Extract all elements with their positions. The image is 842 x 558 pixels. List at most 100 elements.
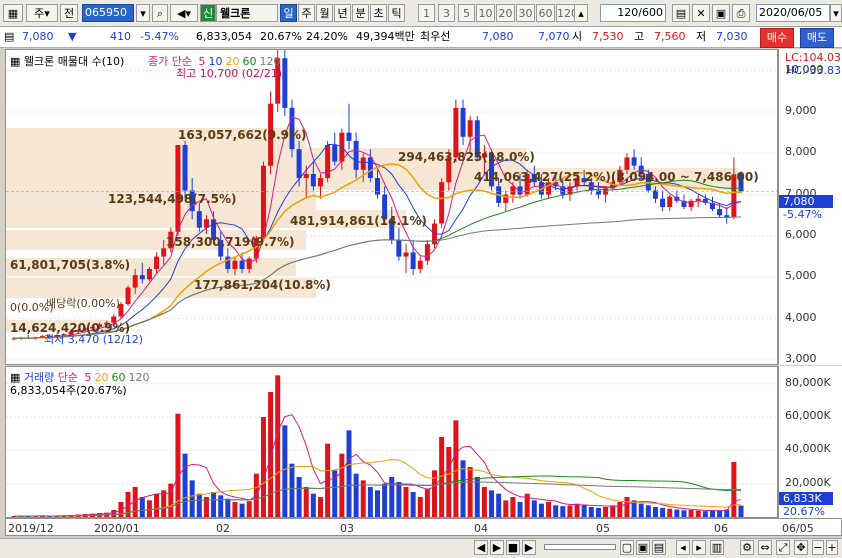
volume-bar — [339, 453, 345, 517]
period-tab-2[interactable]: 월 — [316, 4, 333, 22]
volume-profile-label: 294,463,825(18.0%) — [398, 150, 535, 164]
candle-body — [360, 157, 366, 170]
interval-button-120[interactable]: 120 — [556, 4, 578, 22]
volume-bar — [389, 477, 395, 517]
stop-icon[interactable]: ■ — [506, 540, 520, 555]
sell-button[interactable]: 매도 — [800, 28, 834, 48]
volume-bar — [652, 507, 658, 517]
settings-icon[interactable]: ⚙ — [740, 540, 754, 555]
volume-profile-label: 123,544,498(7.5%) — [108, 192, 237, 206]
calendar-icon[interactable]: ▾ — [830, 4, 842, 22]
layout2-icon[interactable]: ▤ — [652, 540, 666, 555]
x-axis-label: 2020/01 — [94, 522, 140, 535]
pan-icon[interactable]: ✥ — [794, 540, 808, 555]
candle-body — [182, 145, 188, 191]
interval-button-20[interactable]: 20 — [496, 4, 515, 22]
x-axis-label: 2019/12 — [8, 522, 54, 535]
candle-body — [232, 260, 238, 269]
sound-icon[interactable]: ◀▾ — [170, 4, 198, 22]
volume-bar — [681, 510, 687, 517]
period-tab-5[interactable]: 초 — [370, 4, 387, 22]
count-input[interactable]: 120/600 — [600, 4, 666, 22]
current-pct-tag: -5.47% — [783, 208, 822, 221]
chart-type-icon[interactable]: ▥ — [710, 540, 724, 555]
candle-body — [239, 260, 245, 269]
unit-up-icon[interactable]: ▴ — [574, 4, 588, 22]
candle-body — [403, 252, 409, 257]
scroll-slider[interactable] — [544, 544, 616, 550]
volume-bar — [481, 487, 487, 517]
volume-profile-label: 14,624,420(0.9%) — [10, 321, 131, 335]
buy-button[interactable]: 매수 — [760, 28, 794, 48]
volume-bar — [403, 487, 409, 517]
volume: 6,833,054 — [196, 30, 252, 43]
dropdown-icon[interactable]: ▾ — [136, 4, 150, 22]
candle-body — [303, 173, 309, 179]
print-icon[interactable]: ⎙ — [732, 4, 750, 22]
fullscreen-icon[interactable]: ⤢ — [776, 540, 790, 555]
vol-ma-period-120: 120 — [128, 371, 150, 384]
price-chart-panel[interactable]: ▦ 웰크론 매물대 수(10) 종가 단순 5 10 20 60 120 최고 10,7… — [5, 49, 778, 365]
volume-bar — [375, 490, 380, 517]
period-button[interactable]: 전 — [60, 4, 78, 22]
scroll-left-icon[interactable]: ◂ — [676, 540, 690, 555]
save-icon[interactable]: ▣ — [712, 4, 730, 22]
high-note: 최고 10,700 (02/21) — [176, 67, 283, 80]
volume-bar — [367, 487, 373, 517]
change-pct: -5.47% — [140, 30, 179, 43]
current-volume-tag: 6,833K — [779, 492, 833, 505]
candle-body — [467, 120, 473, 137]
grid-icon[interactable]: ▤ — [672, 4, 690, 22]
zoom-in-icon[interactable]: + — [826, 540, 838, 555]
expand-icon[interactable]: ⇔ — [758, 540, 772, 555]
volume-bar — [161, 490, 167, 517]
volume-bar — [225, 498, 231, 517]
volume-bar — [196, 493, 202, 517]
quote-menu-icon[interactable]: ▤ — [4, 27, 14, 47]
period-tab-1[interactable]: 주 — [298, 4, 315, 22]
search-icon[interactable]: ⌕ — [152, 4, 168, 22]
candle-body — [396, 240, 402, 257]
zoom-out-icon[interactable]: − — [812, 540, 824, 555]
volume-bar — [317, 497, 323, 517]
volume-bar — [546, 502, 552, 517]
x-axis: 2019/12 2020/01 02 03 04 05 06 06/05 — [5, 518, 842, 536]
candle-body — [410, 252, 416, 269]
volume-bar — [139, 497, 145, 517]
volume-bar — [553, 505, 559, 517]
volume-bar — [239, 503, 245, 517]
zoom-box-icon[interactable]: ▢ — [620, 540, 634, 555]
interval-button-3[interactable]: 3 — [438, 4, 455, 22]
ex-dividend-note: 배당락(0.00%) — [46, 297, 120, 310]
interval-button-10[interactable]: 10 — [476, 4, 495, 22]
first-icon[interactable]: ◀ — [474, 540, 488, 555]
quote-bar: ▤ 7,080 ▼ 410 -5.47% 6,833,054 20.67% 24… — [0, 27, 842, 48]
volume-profile-label: 163,057,662(9.9%) — [178, 128, 307, 142]
interval-button-30[interactable]: 30 — [516, 4, 535, 22]
period-tab-3[interactable]: 년 — [334, 4, 351, 22]
stock-code-input[interactable]: 065950 — [82, 4, 134, 22]
period-tab-6[interactable]: 틱 — [388, 4, 405, 22]
candle-body — [132, 275, 138, 288]
x-axis-label: 05 — [596, 522, 610, 535]
candle-body — [367, 157, 373, 179]
volume-bar — [531, 500, 537, 517]
interval-button-1[interactable]: 1 — [418, 4, 435, 22]
play-icon[interactable]: ▶ — [490, 540, 504, 555]
price-y-tick: 3,000 — [785, 351, 817, 365]
volume-chart-panel[interactable]: ▦ 거래량 단순 5 20 60 120 6,833,054주(20.67%) — [5, 366, 778, 518]
period-tab-4[interactable]: 분 — [352, 4, 369, 22]
period-tab-0[interactable]: 일 — [280, 4, 297, 22]
volume-bar — [246, 501, 252, 517]
layout-icon[interactable]: ▣ — [636, 540, 650, 555]
volume-bar — [638, 503, 644, 517]
interval-button-60[interactable]: 60 — [536, 4, 555, 22]
next-icon[interactable]: ▶ — [522, 540, 536, 555]
candle-body — [317, 178, 323, 187]
date-input[interactable]: 2020/06/05 — [756, 4, 830, 22]
interval-button-5[interactable]: 5 — [458, 4, 475, 22]
window-menu-icon[interactable]: ▦ — [3, 4, 23, 22]
scroll-right-icon[interactable]: ▸ — [692, 540, 706, 555]
market-select[interactable]: 주▾ — [26, 4, 58, 22]
tool-icon[interactable]: ✕ — [692, 4, 710, 22]
